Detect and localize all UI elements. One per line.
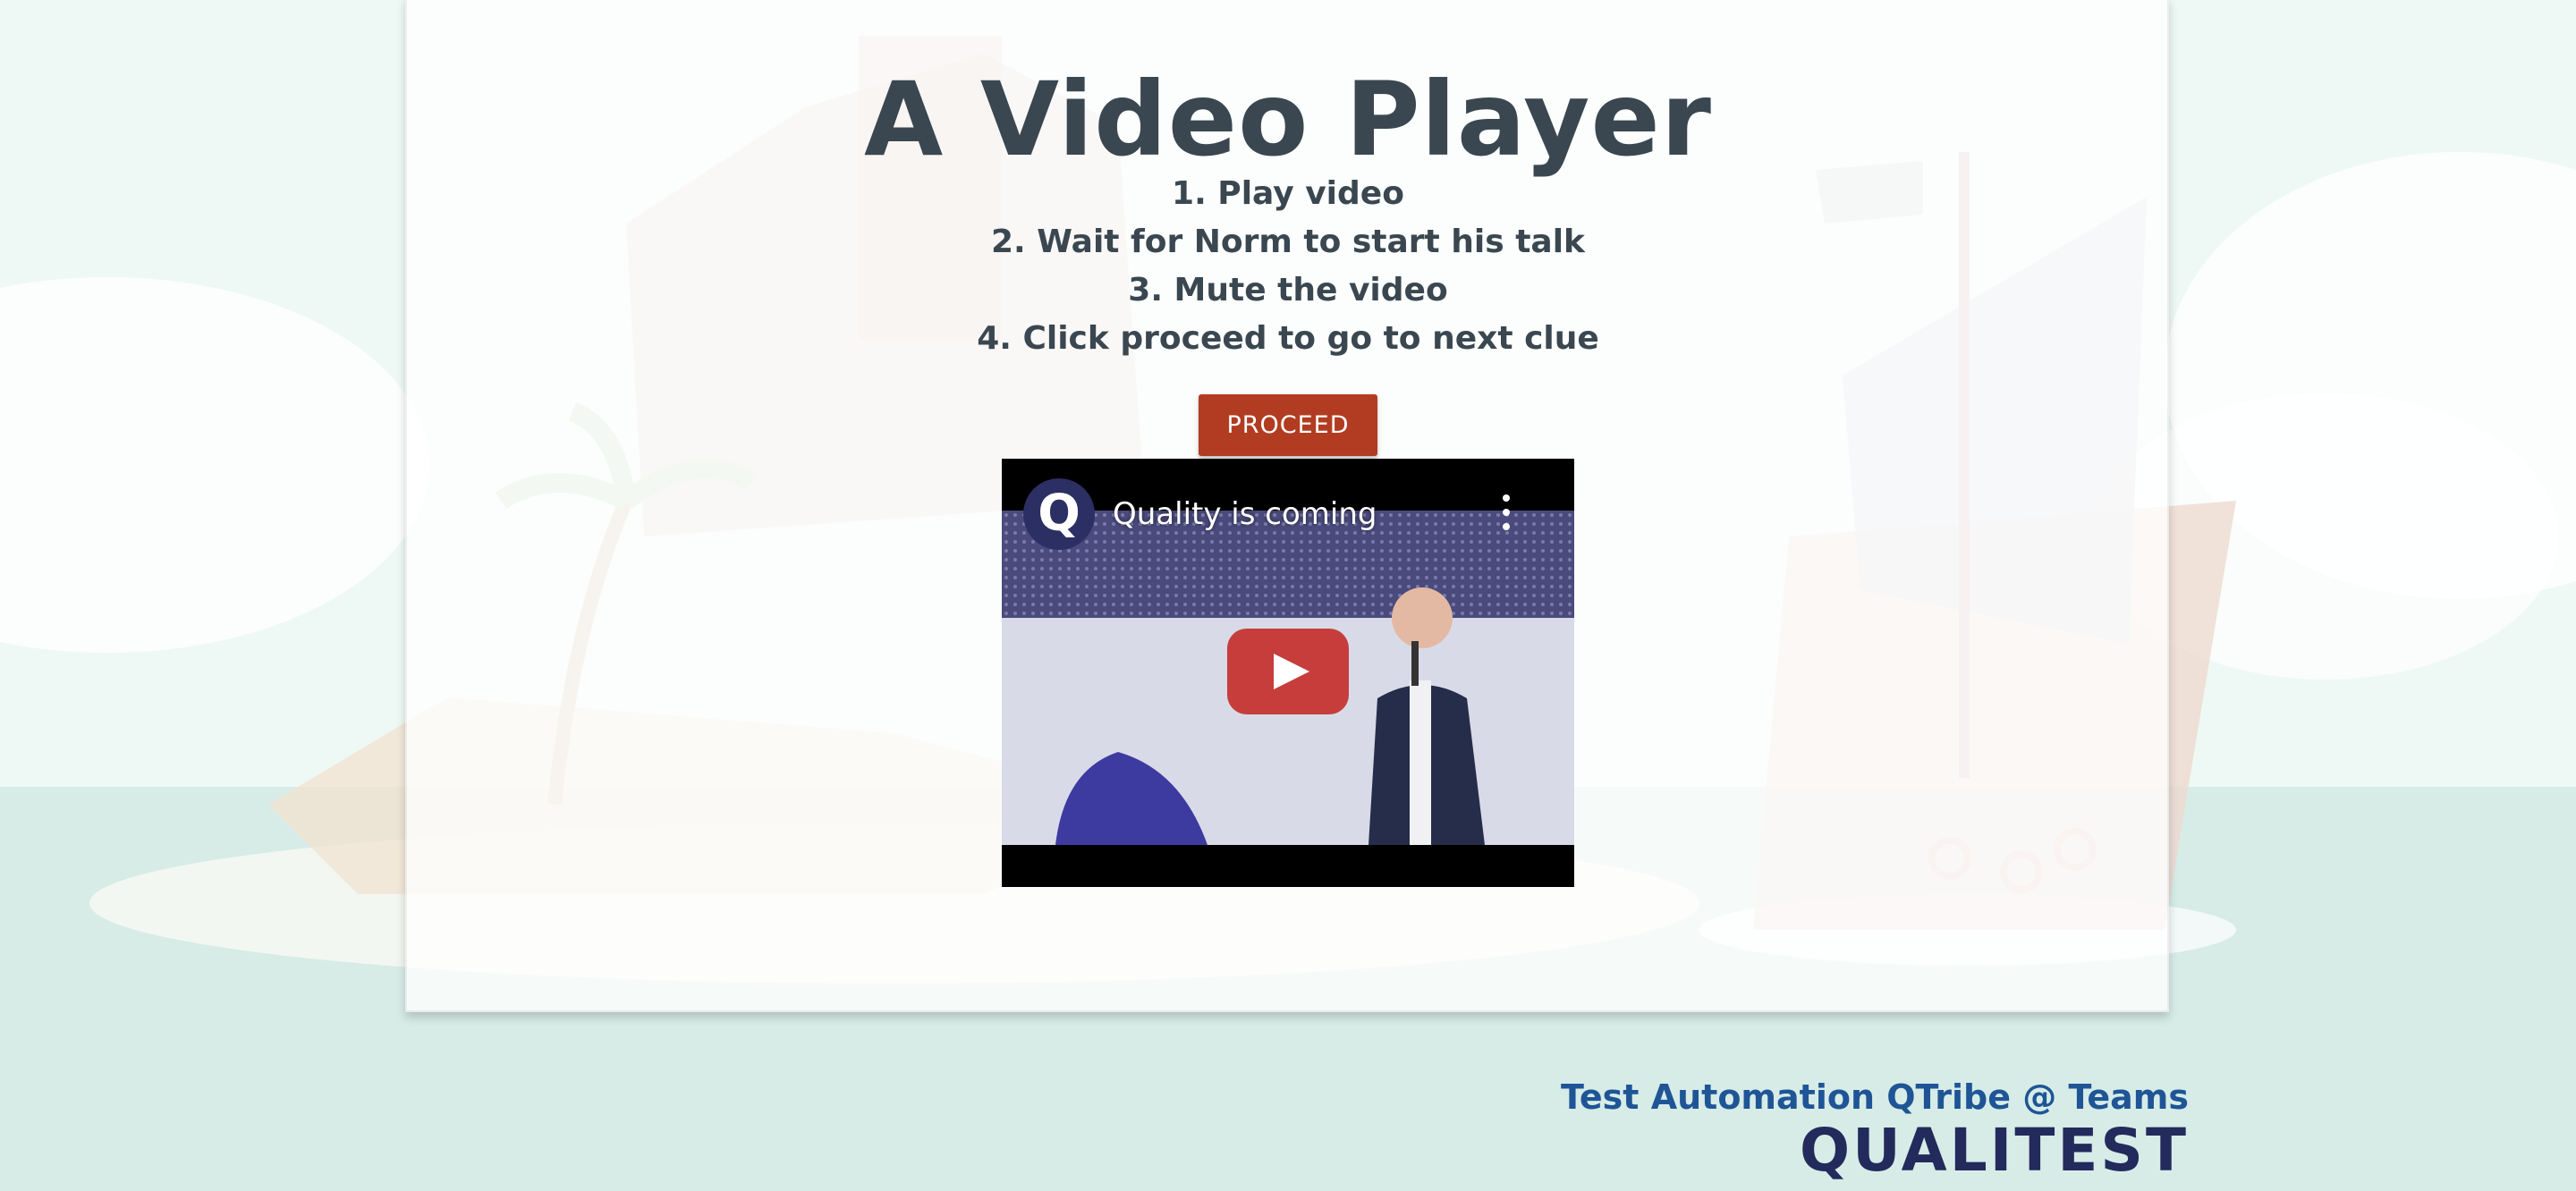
instruction-step: 4. Click proceed to go to next clue [977, 320, 1599, 357]
qualitest-logo: QUALITEST [1799, 1116, 2189, 1185]
video-title[interactable]: Quality is coming [1113, 496, 1377, 532]
footer-tagline: Test Automation QTribe @ Teams [1561, 1077, 2189, 1117]
more-vert-icon[interactable] [1499, 493, 1513, 532]
page-title: A Video Player [863, 60, 1713, 180]
proceed-button[interactable]: PROCEED [1199, 394, 1377, 456]
channel-avatar[interactable]: Q [1023, 478, 1095, 550]
instruction-step: 2. Wait for Norm to start his talk [990, 224, 1585, 260]
youtube-video-embed[interactable]: Q Quality is coming [1002, 459, 1574, 887]
play-icon[interactable] [1227, 629, 1349, 714]
instructions-list: 1. Play video 2. Wait for Norm to start … [0, 170, 2576, 363]
instruction-step: 1. Play video [1172, 175, 1404, 212]
instruction-step: 3. Mute the video [1128, 272, 1448, 308]
